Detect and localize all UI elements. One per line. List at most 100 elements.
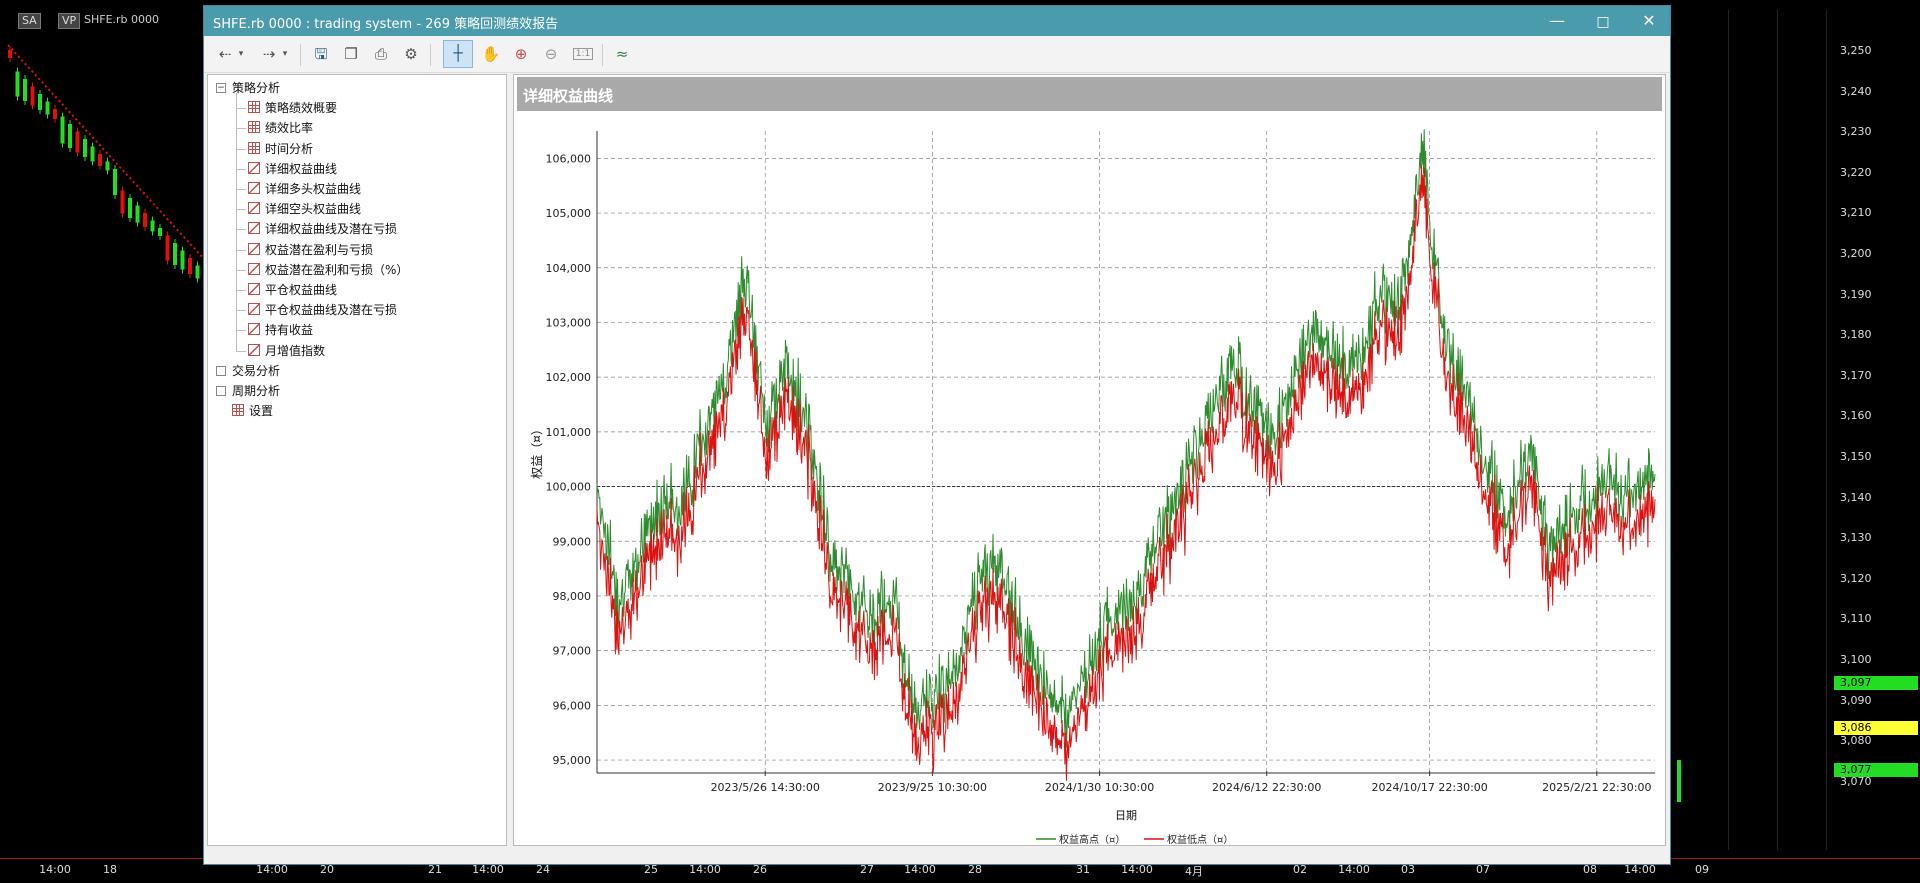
tree-item[interactable]: 时间分析 (248, 140, 313, 158)
time-tick-label: 4月 (1185, 865, 1203, 878)
price-tick-label: 3,220 (1840, 165, 1872, 179)
tree-group-3[interactable]: 设置 (232, 402, 273, 420)
tree-item-label: 绩效比率 (265, 121, 314, 136)
y-axis-label: 权益（¤） (530, 423, 544, 479)
back-icon: ⇠ (218, 45, 232, 63)
tree-item[interactable]: 详细权益曲线及潜在亏损 (248, 220, 397, 238)
tree-item[interactable]: 策略绩效概要 (248, 99, 337, 117)
y-tick-label: 104,000 (546, 262, 592, 275)
tree-item[interactable]: 平仓权益曲线 (248, 281, 337, 299)
candle-body (113, 169, 117, 195)
mode-badge[interactable]: SA (18, 13, 41, 29)
price-tag: 3,097 (1834, 676, 1918, 690)
forward-dropdown[interactable]: ▾ (278, 42, 292, 66)
table-icon (248, 121, 260, 134)
chart-icon (248, 323, 260, 336)
tree-group-2[interactable]: 周期分析 (232, 382, 280, 400)
tree-item[interactable]: 权益潜在盈利和亏损（%） (248, 261, 408, 279)
tree-item[interactable]: 权益潜在盈利与亏损 (248, 241, 373, 259)
chart-icon (248, 161, 260, 174)
crosshair-button[interactable]: ┼ (443, 40, 473, 68)
zoom-out-button[interactable]: ⊖ (538, 42, 564, 66)
tree-expander[interactable] (216, 386, 226, 396)
chart-icon (248, 262, 260, 275)
dropdown-icon: ▾ (282, 49, 288, 59)
y-tick-label: 96,000 (553, 699, 592, 712)
toolbar-separator (430, 44, 431, 66)
chart-icon (248, 283, 260, 295)
candle-body (83, 139, 87, 157)
candle-body (90, 146, 95, 162)
tree-item-label: 策略绩效概要 (265, 101, 338, 116)
report-header: 详细权益曲线 (517, 77, 1662, 111)
y-tick-label: 101,000 (546, 426, 592, 439)
price-tick-label: 3,090 (1840, 693, 1872, 707)
candle-body (60, 116, 65, 144)
tree-group-label: 策略分析 (232, 81, 281, 95)
tree-item[interactable]: 月增值指数 (248, 342, 325, 360)
zoom-in-button[interactable]: ⊕ (508, 42, 534, 66)
background-right-dots (1680, 10, 1830, 850)
chart-style-icon: ≈ (615, 45, 629, 63)
copy-icon: ❐ (344, 45, 358, 63)
tree-group-0[interactable]: 策略分析 (232, 79, 280, 97)
tree-item[interactable]: 详细空头权益曲线 (248, 200, 361, 218)
chart-style-button[interactable]: ≈ (609, 42, 635, 66)
minimize-button[interactable]: — (1534, 6, 1580, 36)
title-bar: SHFE.rb 0000 : trading system - 269 策略回测… (204, 6, 1670, 36)
close-icon: ✕ (1642, 11, 1656, 30)
zoom-out-icon: ⊖ (544, 45, 558, 63)
zoom-reset-button[interactable]: 1:1 (568, 42, 598, 66)
candle-body (143, 213, 147, 227)
price-tick-label: 3,180 (1840, 328, 1872, 342)
tree-item[interactable]: 详细权益曲线 (248, 160, 337, 178)
settings-icon: ⚙ (404, 45, 418, 63)
print-button[interactable]: ⎙ (368, 42, 394, 66)
settings-button[interactable]: ⚙ (398, 42, 424, 66)
price-tick-label: 3,120 (1840, 571, 1872, 585)
candle-body (38, 94, 42, 110)
tree-item-label: 持有收益 (265, 323, 314, 338)
pan-button[interactable]: ✋ (478, 42, 504, 66)
candle-body (53, 109, 57, 119)
candle-body (158, 228, 162, 236)
equity-chart[interactable]: 95,000 96,000 97,000 98,000 99,000 100,000 101… (514, 115, 1664, 845)
tree-item[interactable]: 持有收益 (248, 321, 313, 339)
candle-body (8, 50, 12, 58)
tree-group-1[interactable]: 交易分析 (232, 362, 280, 380)
tree-item[interactable]: 平仓权益曲线及潜在亏损 (248, 301, 397, 319)
copy-button[interactable]: ❐ (338, 42, 364, 66)
candle-body (105, 161, 110, 171)
tree-expander[interactable] (216, 365, 226, 376)
series-line-low (596, 164, 1656, 781)
chart-icon (248, 222, 260, 235)
x-tick-label: 2024/10/17 22:30:00 (1371, 781, 1487, 794)
back-dropdown[interactable]: ▾ (234, 42, 248, 66)
candle-body (45, 101, 50, 115)
report-window: SHFE.rb 0000 : trading system - 269 策略回测… (203, 5, 1671, 865)
save-button[interactable]: 🖫 (308, 42, 334, 66)
candle-body (68, 124, 72, 148)
tree-connector (236, 93, 237, 352)
toolbar-separator (602, 44, 603, 66)
time-tick-label: 09 (1695, 863, 1709, 876)
toolbar: ⇠ ▾ ⇢ ▾ 🖫 ❐ ⎙ ⚙ ┼ ✋ ⊕ ⊖ 1:1 ≈ (204, 36, 1670, 73)
toolbar-separator (300, 44, 301, 66)
time-tick-label: 18 (103, 863, 117, 876)
price-tick-label: 3,190 (1840, 287, 1872, 301)
tree-item-label: 时间分析 (265, 141, 314, 156)
tree-connector (236, 128, 246, 130)
tree-item-label: 平仓权益曲线及潜在亏损 (265, 303, 398, 318)
vp-badge[interactable]: VP (58, 13, 81, 29)
tree-expander[interactable]: − (216, 83, 226, 93)
legend-label: 权益低点（¤） (1167, 833, 1233, 845)
maximize-button[interactable]: □ (1580, 6, 1626, 36)
x-tick-label: 2023/9/25 10:30:00 (878, 781, 987, 794)
tree-item[interactable]: 详细多头权益曲线 (248, 180, 361, 198)
y-tick-label: 100,000 (546, 481, 592, 494)
tree-item[interactable]: 绩效比率 (248, 119, 313, 137)
y-tick-label: 99,000 (553, 535, 592, 548)
candle-body (150, 220, 155, 232)
close-button[interactable]: ✕ (1626, 6, 1672, 36)
tree-item-label: 详细权益曲线及潜在亏损 (265, 222, 398, 237)
